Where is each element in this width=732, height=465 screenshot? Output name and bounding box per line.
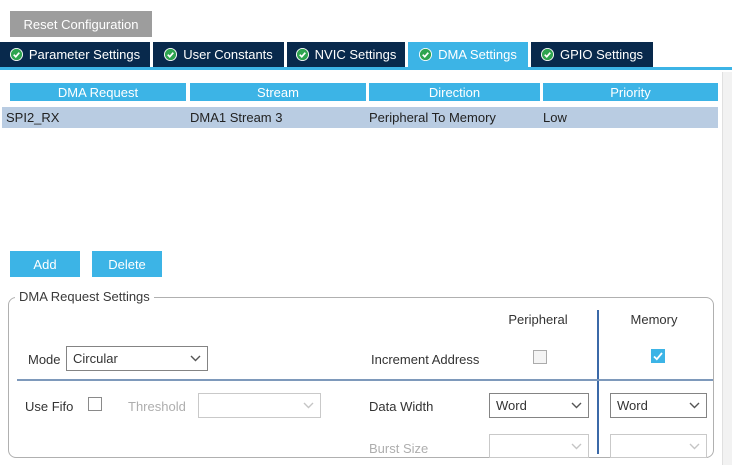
column-header-stream[interactable]: Stream: [190, 83, 366, 101]
memory-column-header: Memory: [630, 312, 678, 327]
tab-label: User Constants: [183, 47, 273, 62]
use-fifo-label: Use Fifo: [25, 399, 74, 414]
chevron-down-icon: [190, 355, 201, 362]
check-circle-icon: [419, 48, 433, 61]
chevron-down-icon: [689, 402, 700, 409]
increment-address-peripheral-checkbox[interactable]: [533, 350, 547, 364]
vertical-scrollbar[interactable]: [722, 72, 732, 465]
chevron-down-icon: [571, 443, 582, 449]
peripheral-column-header: Peripheral: [508, 312, 568, 327]
group-title: DMA Request Settings: [15, 289, 154, 304]
column-header-priority[interactable]: Priority: [543, 83, 718, 101]
tab-label: NVIC Settings: [314, 47, 397, 62]
tab-label: DMA Settings: [438, 47, 517, 62]
mode-label: Mode: [28, 352, 61, 367]
burst-size-memory-select: [610, 434, 707, 458]
chevron-down-icon: [571, 402, 582, 409]
tab-dma-settings[interactable]: DMA Settings: [408, 42, 528, 67]
increment-address-label: Increment Address: [371, 352, 480, 367]
delete-button[interactable]: Delete: [92, 251, 162, 277]
data-width-memory-value: Word: [617, 398, 648, 413]
mode-select[interactable]: Circular: [66, 346, 208, 371]
data-width-peripheral-select[interactable]: Word: [489, 393, 589, 418]
tab-parameter-settings[interactable]: Parameter Settings: [0, 42, 150, 67]
check-circle-icon: [540, 48, 554, 61]
chevron-down-icon: [689, 443, 700, 449]
increment-address-memory-checkbox[interactable]: [651, 349, 665, 363]
data-width-peripheral-value: Word: [496, 398, 527, 413]
data-width-memory-select[interactable]: Word: [610, 393, 707, 418]
tab-label: Parameter Settings: [28, 47, 141, 62]
data-width-label: Data Width: [369, 399, 434, 414]
add-button[interactable]: Add: [10, 251, 80, 277]
cell-direction: Peripheral To Memory: [369, 110, 496, 125]
active-tab-underline: [0, 67, 732, 70]
cell-dma-request: SPI2_RX: [6, 110, 60, 125]
tab-nvic-settings[interactable]: NVIC Settings: [287, 42, 405, 67]
peripheral-memory-separator: [597, 310, 599, 454]
check-circle-icon: [295, 48, 309, 61]
tab-gpio-settings[interactable]: GPIO Settings: [531, 42, 653, 67]
settings-tabbar: Parameter Settings User Constants NVIC S…: [0, 42, 653, 67]
reset-configuration-button[interactable]: Reset Configuration: [10, 11, 152, 37]
checkmark-icon: [653, 351, 663, 361]
use-fifo-checkbox[interactable]: [88, 397, 102, 411]
dma-settings-panel: Reset Configuration Parameter Settings U…: [0, 0, 732, 465]
burst-size-label: Burst Size: [369, 441, 429, 456]
threshold-label: Threshold: [128, 399, 186, 414]
check-circle-icon: [9, 48, 23, 61]
cell-stream: DMA1 Stream 3: [190, 110, 283, 125]
mode-value: Circular: [73, 351, 118, 366]
burst-size-peripheral-select: [489, 434, 589, 458]
tab-label: GPIO Settings: [559, 47, 644, 62]
cell-priority: Low: [543, 110, 567, 125]
check-circle-icon: [164, 48, 178, 61]
dma-request-settings-group: DMA Request Settings Peripheral Memory M…: [8, 289, 714, 458]
section-divider: [17, 379, 713, 381]
column-header-direction[interactable]: Direction: [369, 83, 540, 101]
threshold-select: [198, 393, 321, 418]
table-row[interactable]: SPI2_RX DMA1 Stream 3 Peripheral To Memo…: [2, 107, 718, 128]
chevron-down-icon: [303, 402, 314, 409]
column-header-dma-request[interactable]: DMA Request: [10, 83, 186, 101]
tab-user-constants[interactable]: User Constants: [153, 42, 284, 67]
